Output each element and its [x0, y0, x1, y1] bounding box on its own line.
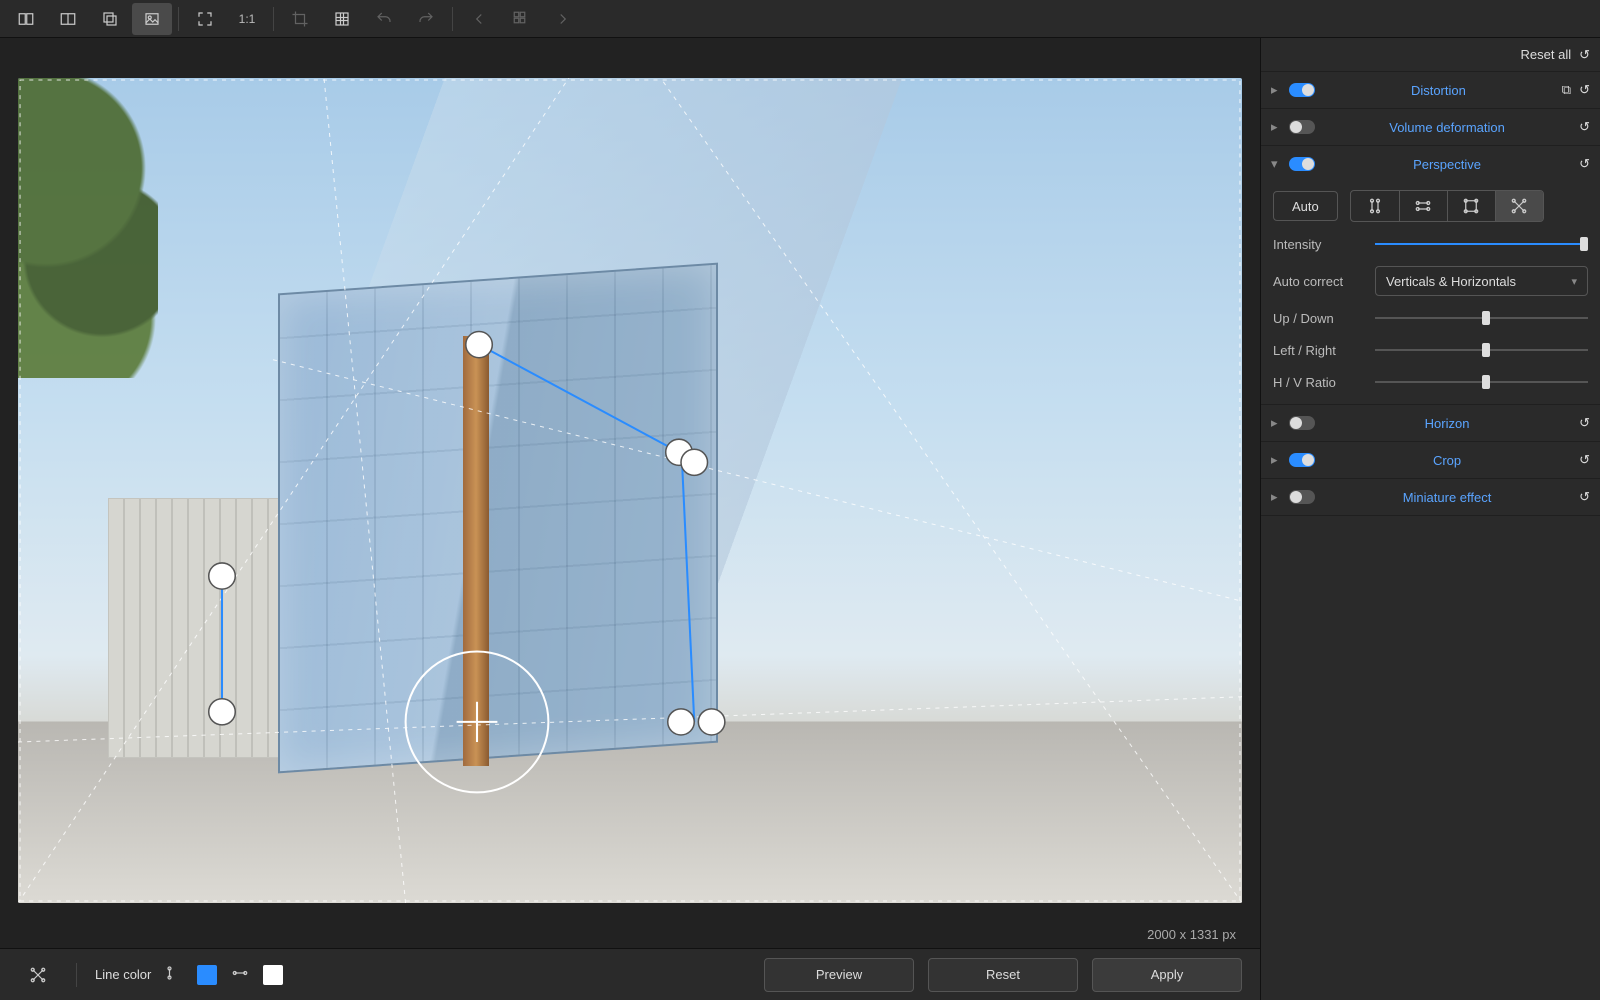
bottom-toolbar: Line color Preview Reset Apply: [0, 948, 1260, 1000]
color-swatch-white[interactable]: [263, 965, 283, 985]
top-toolbar: 1:1: [0, 0, 1600, 38]
intensity-label: Intensity: [1273, 237, 1363, 252]
section-volume-deformation: ▸ Volume deformation ↺: [1261, 109, 1600, 146]
compare-view-icon[interactable]: [6, 3, 46, 35]
disclosure-icon[interactable]: ▸: [1271, 452, 1281, 468]
perspective-mode-segment: [1350, 190, 1544, 222]
line-style-icon[interactable]: [165, 964, 183, 985]
grid-icon[interactable]: [322, 3, 362, 35]
leftright-label: Left / Right: [1273, 343, 1363, 358]
reset-icon[interactable]: ↺: [1579, 415, 1590, 431]
section-title[interactable]: Horizon: [1323, 416, 1571, 431]
line-color-label: Line color: [95, 967, 151, 982]
mode-8point-icon[interactable]: [1495, 191, 1543, 221]
fit-screen-icon[interactable]: [185, 3, 225, 35]
redo-icon[interactable]: [406, 3, 446, 35]
toggle-distortion[interactable]: [1289, 83, 1315, 97]
section-title[interactable]: Miniature effect: [1323, 490, 1571, 505]
photo-canvas: [18, 78, 1242, 903]
separator: [76, 963, 77, 987]
hvratio-slider[interactable]: [1375, 372, 1588, 392]
reset-icon[interactable]: ↺: [1579, 156, 1590, 172]
toggle-perspective[interactable]: [1289, 157, 1315, 171]
disclosure-icon[interactable]: ▸: [1271, 82, 1281, 98]
disclosure-icon[interactable]: ▸: [1271, 119, 1281, 135]
split-view-icon[interactable]: [48, 3, 88, 35]
section-horizon: ▸ Horizon ↺: [1261, 405, 1600, 442]
section-crop: ▸ Crop ↺: [1261, 442, 1600, 479]
mode-rectangle-icon[interactable]: [1447, 191, 1495, 221]
chevron-down-icon: ▾: [1571, 275, 1577, 288]
leftright-slider[interactable]: [1375, 340, 1588, 360]
separator: [452, 7, 453, 31]
toggle-miniature-effect[interactable]: [1289, 490, 1315, 504]
section-miniature-effect: ▸ Miniature effect ↺: [1261, 479, 1600, 516]
image-viewer[interactable]: [0, 38, 1260, 921]
mode-verticals-icon[interactable]: [1351, 191, 1399, 221]
section-title[interactable]: Distortion: [1323, 83, 1554, 98]
disclosure-icon[interactable]: ▸: [1271, 489, 1281, 505]
autocorrect-label: Auto correct: [1273, 274, 1363, 289]
mode-horizontals-icon[interactable]: [1399, 191, 1447, 221]
apply-button[interactable]: Apply: [1092, 958, 1242, 992]
reset-icon[interactable]: ↺: [1579, 119, 1590, 135]
section-perspective: ▾ Perspective ↺ Auto: [1261, 146, 1600, 405]
toggle-volume-deformation[interactable]: [1289, 120, 1315, 134]
section-title[interactable]: Perspective: [1323, 157, 1571, 172]
perspective-tool-icon[interactable]: [18, 959, 58, 991]
updown-slider[interactable]: [1375, 308, 1588, 328]
thumbnails-icon[interactable]: [501, 3, 541, 35]
reset-icon[interactable]: ↺: [1579, 452, 1590, 468]
separator: [273, 7, 274, 31]
zoom-1to1-button[interactable]: 1:1: [227, 3, 267, 35]
reset-all-button[interactable]: Reset all: [1521, 47, 1572, 62]
hvratio-label: H / V Ratio: [1273, 375, 1363, 390]
toggle-crop[interactable]: [1289, 453, 1315, 467]
toggle-horizon[interactable]: [1289, 416, 1315, 430]
image-dimensions: 2000 x 1331 px: [0, 921, 1260, 948]
crop-icon[interactable]: [280, 3, 320, 35]
line-horizon-icon[interactable]: [231, 964, 249, 985]
disclosure-icon[interactable]: ▸: [1271, 415, 1281, 431]
overlay-view-icon[interactable]: [90, 3, 130, 35]
undo-icon[interactable]: [364, 3, 404, 35]
forward-icon[interactable]: [543, 3, 583, 35]
section-title[interactable]: Crop: [1323, 453, 1571, 468]
section-distortion: ▸ Distortion ⧉ ↺: [1261, 72, 1600, 109]
auto-button[interactable]: Auto: [1273, 191, 1338, 221]
intensity-slider[interactable]: [1375, 234, 1588, 254]
updown-label: Up / Down: [1273, 311, 1363, 326]
reset-all-icon[interactable]: ↺: [1579, 47, 1590, 63]
reset-button[interactable]: Reset: [928, 958, 1078, 992]
back-icon[interactable]: [459, 3, 499, 35]
preview-button[interactable]: Preview: [764, 958, 914, 992]
separator: [178, 7, 179, 31]
single-view-icon[interactable]: [132, 3, 172, 35]
reset-icon[interactable]: ↺: [1579, 489, 1590, 505]
right-panel: Reset all ↺ ▸ Distortion ⧉ ↺ ▸: [1260, 38, 1600, 1000]
disclosure-icon[interactable]: ▾: [1271, 156, 1281, 172]
color-swatch-blue[interactable]: [197, 965, 217, 985]
reset-icon[interactable]: ↺: [1579, 82, 1590, 98]
autocorrect-select[interactable]: Verticals & Horizontals ▾: [1375, 266, 1588, 296]
copy-icon[interactable]: ⧉: [1562, 82, 1571, 98]
section-title[interactable]: Volume deformation: [1323, 120, 1571, 135]
